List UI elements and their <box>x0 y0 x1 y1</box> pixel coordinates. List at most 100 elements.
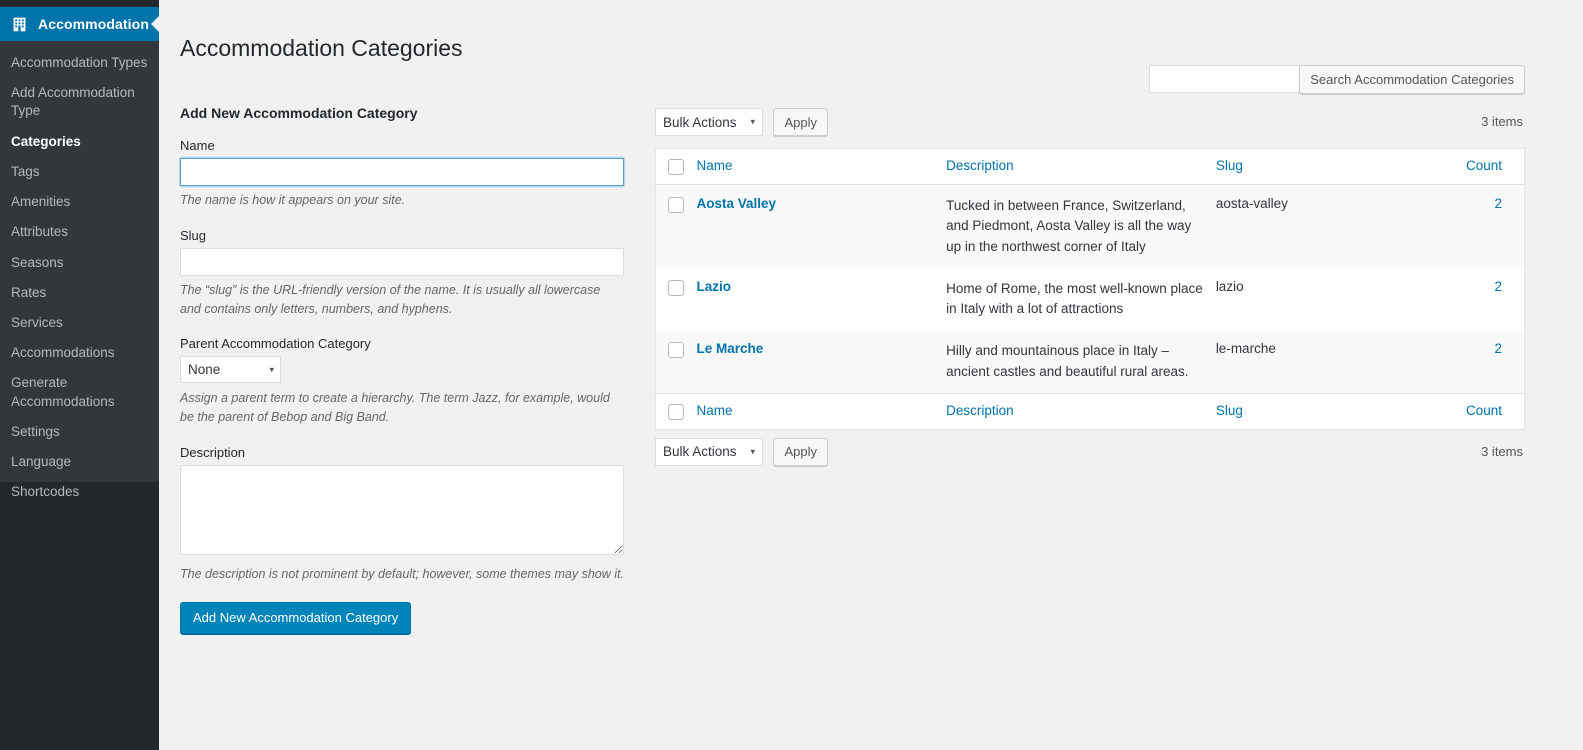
sidebar-brand-label: Accommodation <box>38 16 149 32</box>
table-head: Name Description Slug Count <box>655 148 1525 185</box>
table-foot: Name Description Slug Count <box>655 393 1525 430</box>
name-help-text: The name is how it appears on your site. <box>180 193 406 207</box>
tablenav-top: Bulk Actions ▾ Apply 3 items <box>655 108 1525 140</box>
search-box: Search Accommodation Categories <box>655 65 1525 95</box>
column-header-description-top[interactable]: Description <box>946 148 1216 185</box>
select-all-footer <box>655 393 697 430</box>
sidebar-item-services[interactable]: Services <box>0 308 159 338</box>
sidebar-item-label: Services <box>11 314 63 330</box>
table-header-row: Name Description Slug Count <box>655 148 1525 185</box>
column-header-description-bottom[interactable]: Description <box>946 393 1216 430</box>
add-term-form: Add New Accommodation Category Name The … <box>180 105 624 634</box>
row-count-cell: 2 <box>1426 268 1525 331</box>
bulk-actions-select-wrap-top: Bulk Actions ▾ <box>655 108 763 136</box>
sidebar-item-label: Generate Accommodations <box>11 375 115 409</box>
column-header-slug-top[interactable]: Slug <box>1215 148 1426 185</box>
row-count-cell: 2 <box>1425 330 1525 394</box>
admin-sidebar: Accommodation Accommodation Types Add Ac… <box>0 0 159 750</box>
row-count-link[interactable]: 2 <box>1494 279 1502 294</box>
search-submit-button[interactable]: Search Accommodation Categories <box>1299 65 1525 94</box>
row-name-link[interactable]: Aosta Valley <box>696 196 776 211</box>
terms-list-panel: Search Accommodation Categories Bulk Act… <box>655 65 1525 478</box>
apply-button-top[interactable]: Apply <box>773 108 828 136</box>
row-name-link[interactable]: Lazio <box>696 279 731 294</box>
sidebar-item-label: Attributes <box>11 224 69 240</box>
column-header-name-bottom[interactable]: Name <box>696 393 947 430</box>
name-input[interactable] <box>180 158 624 186</box>
column-header-name-top[interactable]: Name <box>696 148 947 185</box>
sidebar-menu: Accommodation Types Add Accommodation Ty… <box>0 48 159 508</box>
parent-category-label: Parent Accommodation Category <box>180 336 371 352</box>
description-textarea[interactable] <box>180 464 624 555</box>
column-header-count-top[interactable]: Count <box>1425 148 1525 185</box>
row-checkbox[interactable] <box>668 342 684 359</box>
sidebar-item-seasons[interactable]: Seasons <box>0 248 159 278</box>
apply-button-bottom[interactable]: Apply <box>773 437 828 466</box>
column-header-slug-bottom[interactable]: Slug <box>1215 393 1426 430</box>
sidebar-item-label: Accommodation Types <box>11 55 148 70</box>
sidebar-item-amenities[interactable]: Amenities <box>0 187 159 217</box>
sidebar-item-categories[interactable]: Categories <box>0 127 159 157</box>
table-footer-row: Name Description Slug Count <box>655 393 1525 430</box>
row-slug-cell: lazio <box>1215 278 1244 294</box>
row-select-cell <box>655 330 697 394</box>
row-name-cell: Le Marche <box>696 330 947 394</box>
sidebar-item-accommodations[interactable]: Accommodations <box>0 338 159 368</box>
parent-category-select[interactable]: None <box>180 356 281 384</box>
select-all-header <box>655 148 697 185</box>
sidebar-brand-accommodation[interactable]: Accommodation <box>0 7 159 41</box>
description-help-text: The description is not prominent by defa… <box>180 566 624 581</box>
row-count-link[interactable]: 2 <box>1494 196 1502 211</box>
sidebar-item-label: Amenities <box>11 194 71 210</box>
sidebar-item-label: Rates <box>11 284 47 300</box>
sidebar-item-rates[interactable]: Rates <box>0 278 159 308</box>
row-name-cell: Aosta Valley <box>696 184 947 268</box>
row-slug-cell: le-marche <box>1215 330 1426 394</box>
table-row: Lazio Home of Rome, the most well-known … <box>656 268 1525 331</box>
row-name-link[interactable]: Le Marche <box>696 341 763 356</box>
sidebar-item-accommodation-types[interactable]: Accommodation Types <box>0 48 159 78</box>
sidebar-item-add-accommodation-type[interactable]: Add Accommodation Type <box>0 78 159 126</box>
sidebar-item-label: Categories <box>11 133 81 149</box>
row-checkbox[interactable] <box>668 197 684 213</box>
row-slug-cell: aosta-valley <box>1215 184 1426 268</box>
table-row: Aosta Valley Tucked in between France, S… <box>655 184 1525 268</box>
sidebar-item-label: Add Accommodation Type <box>11 85 135 119</box>
add-new-accommodation-category-button[interactable]: Add New Accommodation Category <box>180 601 412 634</box>
accommodation-categories-table: Name Description Slug Count Aosta Valley <box>655 148 1525 430</box>
items-count-bottom: 3 items <box>1481 443 1523 459</box>
row-count-link[interactable]: 2 <box>1494 341 1502 356</box>
parent-help-text: Assign a parent term to create a hierarc… <box>180 391 610 424</box>
table-row: Le Marche Hilly and mountainous place in… <box>655 330 1525 394</box>
row-description-cell: Tucked in between France, Switzerland, a… <box>946 184 1216 268</box>
select-all-checkbox-top[interactable] <box>668 159 684 175</box>
bulk-actions-select-top[interactable]: Bulk Actions <box>655 108 763 136</box>
row-description-cell: Home of Rome, the most well-known place … <box>946 280 1203 316</box>
sidebar-item-language[interactable]: Language <box>0 447 159 477</box>
tablenav-bottom: Bulk Actions ▾ Apply 3 items <box>655 437 1525 470</box>
main-content: Accommodation Categories Add New Accommo… <box>159 7 1583 750</box>
sidebar-item-label: Tags <box>11 163 40 179</box>
sidebar-item-shortcodes[interactable]: Shortcodes <box>0 477 159 507</box>
sidebar-item-settings[interactable]: Settings <box>0 417 159 447</box>
row-description-cell: Hilly and mountainous place in Italy – a… <box>946 330 1216 394</box>
sidebar-item-tags[interactable]: Tags <box>0 157 159 187</box>
sidebar-item-label: Settings <box>11 423 60 439</box>
bulk-actions-select-bottom[interactable]: Bulk Actions <box>655 437 763 466</box>
row-checkbox[interactable] <box>668 279 684 296</box>
bulk-actions-select-wrap-bottom: Bulk Actions ▾ <box>655 437 763 466</box>
row-select-cell <box>656 268 697 331</box>
building-icon <box>9 14 29 34</box>
sidebar-item-label: Language <box>11 454 72 470</box>
column-header-count-bottom[interactable]: Count <box>1425 393 1525 430</box>
sidebar-item-label: Seasons <box>11 254 64 270</box>
slug-input[interactable] <box>180 247 624 276</box>
table-body: Aosta Valley Tucked in between France, S… <box>655 184 1525 394</box>
select-all-checkbox-bottom[interactable] <box>668 403 684 420</box>
search-input[interactable] <box>1149 65 1306 93</box>
sidebar-item-attributes[interactable]: Attributes <box>0 217 159 247</box>
row-count-cell: 2 <box>1425 184 1525 268</box>
page-title: Accommodation Categories <box>180 35 463 61</box>
sidebar-item-generate-accommodations[interactable]: Generate Accommodations <box>0 368 159 416</box>
items-count-top: 3 items <box>1481 114 1523 129</box>
